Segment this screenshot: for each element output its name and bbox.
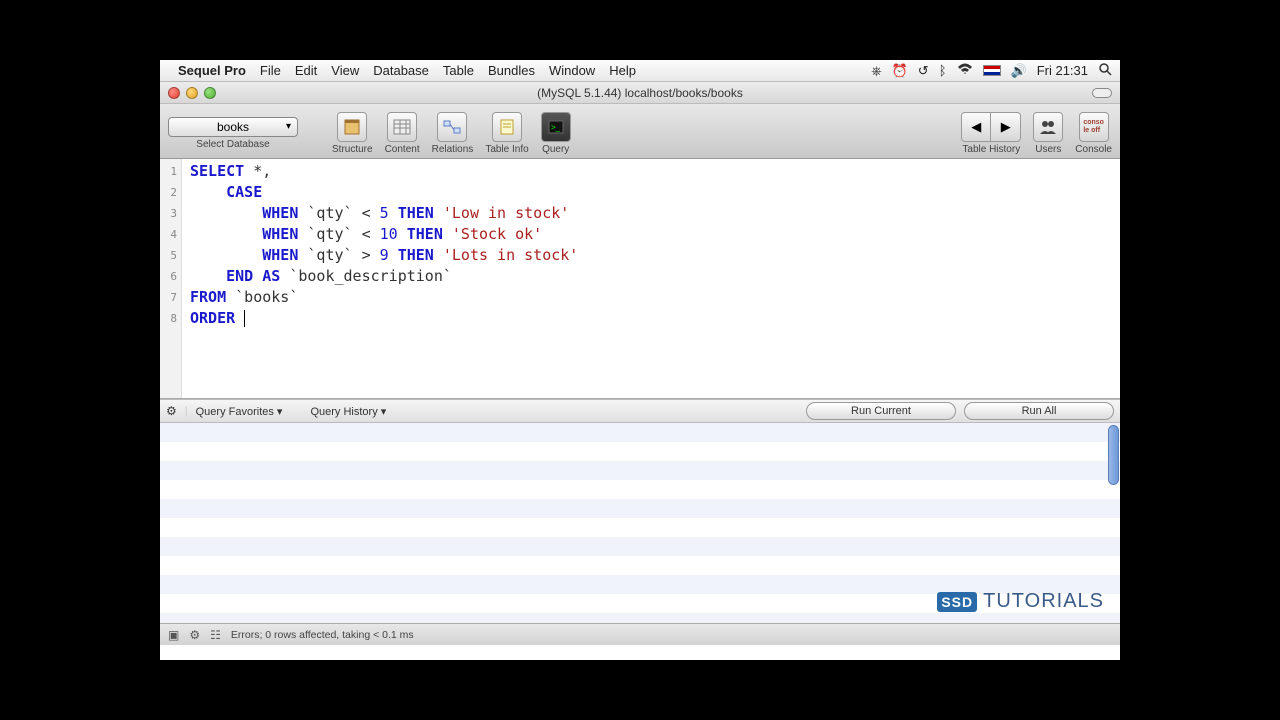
bluetooth-icon[interactable]: ᛒ	[939, 63, 947, 78]
menu-edit[interactable]: Edit	[295, 63, 317, 78]
menu-help[interactable]: Help	[609, 63, 636, 78]
tableinfo-button[interactable]	[492, 112, 522, 142]
relations-button[interactable]	[437, 112, 467, 142]
query-history-dropdown[interactable]: Query History	[310, 405, 386, 418]
dropbox-icon[interactable]: ⎈	[871, 63, 881, 79]
line-gutter: 12345678	[160, 159, 182, 398]
query-toolbar: ⚙ | Query Favorites Query History Run Cu…	[160, 399, 1120, 423]
spotlight-icon[interactable]	[1098, 62, 1112, 79]
app-menu[interactable]: Sequel Pro	[178, 63, 246, 78]
pane-toggle-icon[interactable]: ▣	[168, 628, 179, 642]
window-title: (MySQL 5.1.44) localhost/books/books	[160, 86, 1120, 100]
query-favorites-dropdown[interactable]: Query Favorites	[196, 405, 283, 418]
menubar: Sequel Pro File Edit View Database Table…	[160, 60, 1120, 82]
query-settings-icon[interactable]: ⚙	[166, 404, 177, 418]
results-pane: SSD TUTORIALS	[160, 423, 1120, 623]
volume-icon[interactable]: 🔊	[1011, 63, 1027, 79]
menu-view[interactable]: View	[331, 63, 359, 78]
menu-window[interactable]: Window	[549, 63, 595, 78]
menu-file[interactable]: File	[260, 63, 281, 78]
code-area[interactable]: SELECT *, CASE WHEN `qty` < 5 THEN 'Low …	[182, 159, 1120, 398]
status-bar: ▣ ⚙ ☷ Errors; 0 rows affected, taking < …	[160, 623, 1120, 645]
menu-database[interactable]: Database	[373, 63, 429, 78]
menu-bundles[interactable]: Bundles	[488, 63, 535, 78]
menu-table[interactable]: Table	[443, 63, 474, 78]
timemachine-icon[interactable]: ↺	[918, 63, 929, 79]
history-back-button[interactable]: ◀	[961, 112, 991, 142]
query-editor[interactable]: 12345678 SELECT *, CASE WHEN `qty` < 5 T…	[160, 159, 1120, 399]
status-settings-icon[interactable]: ⚙	[189, 628, 200, 642]
content-button[interactable]	[387, 112, 417, 142]
alarm-icon[interactable]: ⏰	[892, 63, 908, 79]
console-button[interactable]: console off	[1079, 112, 1109, 142]
run-all-button[interactable]: Run All	[964, 402, 1114, 420]
database-select[interactable]: books	[168, 117, 298, 137]
clock[interactable]: Fri 21:31	[1037, 63, 1088, 78]
status-table-icon[interactable]: ☷	[210, 628, 221, 642]
window-titlebar: (MySQL 5.1.44) localhost/books/books	[160, 82, 1120, 104]
status-text: Errors; 0 rows affected, taking < 0.1 ms	[231, 629, 414, 641]
wifi-icon[interactable]	[957, 63, 973, 78]
history-forward-button[interactable]: ▶	[991, 112, 1021, 142]
svg-text:>_: >_	[551, 123, 561, 132]
query-button[interactable]: >_	[541, 112, 571, 142]
results-scrollbar[interactable]	[1108, 425, 1119, 485]
run-current-button[interactable]: Run Current	[806, 402, 956, 420]
structure-button[interactable]	[337, 112, 367, 142]
watermark: SSD TUTORIALS	[937, 590, 1104, 613]
users-button[interactable]	[1033, 112, 1063, 142]
input-source-icon[interactable]	[983, 65, 1001, 76]
database-select-label: Select Database	[196, 139, 269, 150]
toolbar: books Select Database Structure Content …	[160, 104, 1120, 159]
